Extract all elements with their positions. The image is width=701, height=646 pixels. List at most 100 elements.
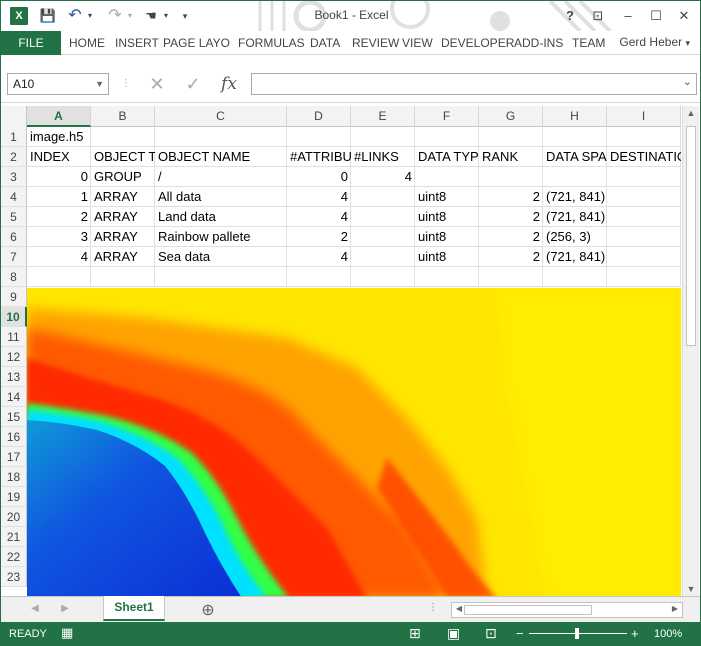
tab-page-layout[interactable]: PAGE LAYO: [163, 31, 230, 55]
cancel-icon[interactable]: ✕: [145, 73, 169, 95]
row-header-7[interactable]: 7: [1, 247, 27, 267]
row-header-8[interactable]: 8: [1, 267, 27, 287]
row-header-16[interactable]: 16: [1, 427, 27, 447]
row-header-4[interactable]: 4: [1, 187, 27, 207]
maximize-button[interactable]: ☐: [643, 5, 669, 27]
row-header-9[interactable]: 9: [1, 287, 27, 307]
row-header-15[interactable]: 15: [1, 407, 27, 427]
user-account[interactable]: Gerd Heber ▾: [619, 31, 690, 54]
row-header-3[interactable]: 3: [1, 167, 27, 187]
column-header-h[interactable]: H: [543, 106, 607, 127]
cell-h4[interactable]: (721, 841): [543, 187, 607, 207]
column-header-c[interactable]: C: [155, 106, 287, 127]
cell-f7[interactable]: uint8: [415, 247, 479, 267]
cell-a4[interactable]: 1: [27, 187, 91, 207]
cell-b2[interactable]: OBJECT TY: [91, 147, 155, 167]
cell-f6[interactable]: uint8: [415, 227, 479, 247]
tab-team[interactable]: TEAM: [572, 31, 605, 55]
enter-icon[interactable]: ✓: [181, 73, 205, 95]
row-header-20[interactable]: 20: [1, 507, 27, 527]
expand-formula-bar-icon[interactable]: ⌄: [683, 75, 692, 88]
cell-a6[interactable]: 3: [27, 227, 91, 247]
page-layout-view-icon[interactable]: ▣: [447, 625, 460, 642]
minimize-button[interactable]: –: [615, 5, 641, 27]
column-header-a[interactable]: A: [27, 106, 91, 127]
cell-a2[interactable]: INDEX: [27, 147, 91, 167]
row-header-23[interactable]: 23: [1, 567, 27, 587]
tab-insert[interactable]: INSERT: [115, 31, 159, 55]
insert-function-icon[interactable]: fx: [217, 73, 241, 95]
column-header-b[interactable]: B: [91, 106, 155, 127]
horizontal-scrollbar[interactable]: ◀ ▶: [451, 602, 683, 618]
cell-b5[interactable]: ARRAY: [91, 207, 155, 227]
cell-c5[interactable]: Land data: [155, 207, 287, 227]
row-header-6[interactable]: 6: [1, 227, 27, 247]
ribbon-display-options-button[interactable]: ⊡: [585, 5, 611, 27]
zoom-slider-thumb[interactable]: [575, 628, 579, 639]
page-break-preview-icon[interactable]: ⊡: [485, 625, 497, 642]
column-header-e[interactable]: E: [351, 106, 415, 127]
horizontal-scroll-thumb[interactable]: [464, 605, 592, 615]
name-box-dropdown-icon[interactable]: ▼: [95, 74, 104, 94]
row-header-18[interactable]: 18: [1, 467, 27, 487]
cell-h5[interactable]: (721, 841): [543, 207, 607, 227]
row-header-21[interactable]: 21: [1, 527, 27, 547]
cell-e2[interactable]: #LINKS: [351, 147, 415, 167]
cell-f4[interactable]: uint8: [415, 187, 479, 207]
cell-g2[interactable]: RANK: [479, 147, 543, 167]
cell-e3[interactable]: 4: [351, 167, 415, 187]
cell-b7[interactable]: ARRAY: [91, 247, 155, 267]
cell-c6[interactable]: Rainbow pallete: [155, 227, 287, 247]
cell-h6[interactable]: (256, 3): [543, 227, 607, 247]
zoom-in-button[interactable]: +: [631, 626, 639, 641]
row-header-5[interactable]: 5: [1, 207, 27, 227]
cell-d4[interactable]: 4: [287, 187, 351, 207]
heatmap-image[interactable]: [27, 288, 681, 596]
cell-b6[interactable]: ARRAY: [91, 227, 155, 247]
cell-d7[interactable]: 4: [287, 247, 351, 267]
column-header-d[interactable]: D: [287, 106, 351, 127]
tab-data[interactable]: DATA: [310, 31, 340, 55]
vertical-scrollbar[interactable]: ▲ ▼: [682, 106, 699, 596]
cell-c4[interactable]: All data: [155, 187, 287, 207]
column-header-f[interactable]: F: [415, 106, 479, 127]
cell-c3[interactable]: /: [155, 167, 287, 187]
cell-g4[interactable]: 2: [479, 187, 543, 207]
sheet-tab-sheet1[interactable]: Sheet1: [103, 596, 165, 621]
cell-a3[interactable]: 0: [27, 167, 91, 187]
row-header-10[interactable]: 10: [1, 307, 27, 327]
normal-view-icon[interactable]: ⊞: [409, 625, 421, 642]
row-header-19[interactable]: 19: [1, 487, 27, 507]
row-header-13[interactable]: 13: [1, 367, 27, 387]
row-header-14[interactable]: 14: [1, 387, 27, 407]
scroll-up-icon[interactable]: ▲: [683, 108, 699, 118]
cell-c2[interactable]: OBJECT NAME: [155, 147, 287, 167]
cell-d3[interactable]: 0: [287, 167, 351, 187]
cell-i2[interactable]: DESTINATIO: [607, 147, 681, 167]
cell-a5[interactable]: 2: [27, 207, 91, 227]
scroll-right-icon[interactable]: ▶: [667, 604, 683, 613]
vertical-scroll-thumb[interactable]: [686, 126, 696, 346]
row-header-11[interactable]: 11: [1, 327, 27, 347]
column-header-g[interactable]: G: [479, 106, 543, 127]
select-all-corner[interactable]: [1, 106, 27, 127]
row-header-1[interactable]: 1: [1, 127, 27, 147]
cell-f5[interactable]: uint8: [415, 207, 479, 227]
cell-g6[interactable]: 2: [479, 227, 543, 247]
tab-split-icon[interactable]: ⋮: [425, 602, 441, 613]
cell-b3[interactable]: GROUP: [91, 167, 155, 187]
close-button[interactable]: ✕: [671, 5, 697, 27]
cell-d2[interactable]: #ATTRIBUT: [287, 147, 351, 167]
cell-c7[interactable]: Sea data: [155, 247, 287, 267]
scroll-down-icon[interactable]: ▼: [683, 584, 699, 594]
cell-d6[interactable]: 2: [287, 227, 351, 247]
cell-g7[interactable]: 2: [479, 247, 543, 267]
tab-developer[interactable]: DEVELOPER: [441, 31, 514, 55]
zoom-out-button[interactable]: −: [516, 626, 524, 641]
cell-d5[interactable]: 4: [287, 207, 351, 227]
zoom-level[interactable]: 100%: [654, 628, 682, 640]
cell-a7[interactable]: 4: [27, 247, 91, 267]
row-header-22[interactable]: 22: [1, 547, 27, 567]
tab-file[interactable]: FILE: [1, 31, 61, 55]
cell-a1[interactable]: image.h5: [27, 127, 91, 147]
